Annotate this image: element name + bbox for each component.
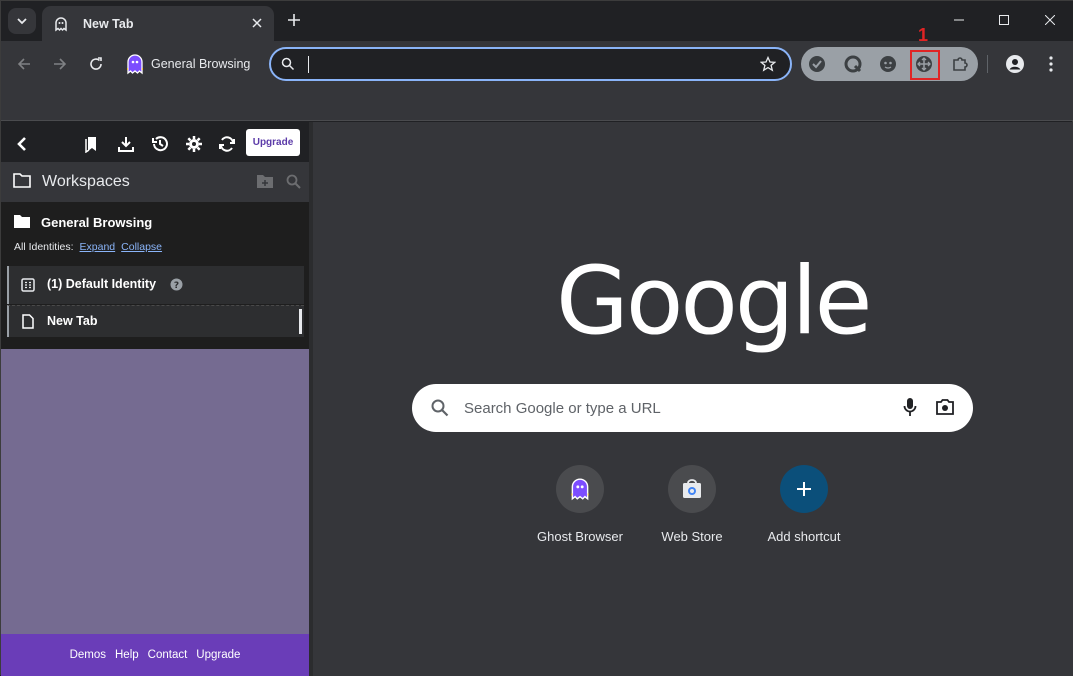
tab-list-item-label: New Tab: [47, 314, 98, 328]
browser-window: New Tab General Browsing 1 Upgrade Works…: [0, 0, 1073, 676]
annotation-number: 1: [918, 25, 929, 45]
sync-icon[interactable]: [216, 133, 238, 155]
help-icon[interactable]: ?: [170, 278, 183, 291]
camera-icon[interactable]: [935, 398, 955, 416]
minimize-icon: [954, 19, 964, 21]
profile-button[interactable]: [1002, 51, 1028, 77]
download-icon[interactable]: [115, 133, 137, 155]
webstore-icon: [683, 479, 701, 498]
reload-icon: [90, 57, 102, 70]
side-panel-empty-area: [1, 349, 309, 635]
puzzle-icon[interactable]: [949, 53, 971, 75]
folder-icon: [14, 215, 30, 228]
workspaces-bar: Workspaces: [1, 162, 309, 202]
plus-icon: [288, 14, 300, 26]
tab-list-item[interactable]: New Tab: [7, 305, 304, 337]
shortcut-web-store[interactable]: Web Store: [636, 465, 748, 544]
footer-link-help[interactable]: Help: [115, 649, 139, 661]
shortcut-label: Ghost Browser: [537, 529, 623, 544]
ghost-side-panel: Upgrade Workspaces General Browsing All …: [1, 122, 309, 676]
address-bar[interactable]: [269, 47, 792, 81]
google-search-box[interactable]: Search Google or type a URL: [412, 384, 973, 432]
gear-icon[interactable]: [183, 133, 205, 155]
text-cursor: [308, 56, 309, 73]
identity-card-icon: [21, 278, 35, 292]
arrow-left-icon: [17, 58, 30, 70]
workspace-title[interactable]: General Browsing: [41, 215, 152, 230]
footer-link-contact[interactable]: Contact: [148, 649, 188, 661]
workspaces-title: Workspaces: [42, 173, 130, 190]
search-icon[interactable]: [286, 174, 301, 189]
minimize-button[interactable]: [936, 5, 982, 35]
identity-label: (1) Default Identity: [47, 277, 157, 291]
google-logo: Google: [556, 247, 872, 356]
chevron-down-icon: [17, 18, 27, 25]
identities-controls: All Identities: Expand Collapse: [14, 241, 162, 253]
new-tab-page: Google Search Google or type a URL Ghost…: [313, 122, 1073, 676]
tab-new-tab[interactable]: New Tab: [42, 6, 274, 41]
shortcut-icon: [780, 465, 828, 513]
ghost-icon: [571, 478, 589, 501]
tab-title: New Tab: [83, 16, 134, 31]
back-icon[interactable]: [11, 133, 33, 155]
more-vertical-icon: [1049, 56, 1053, 72]
star-icon[interactable]: [760, 56, 776, 72]
scrollbar[interactable]: [299, 309, 302, 334]
maximize-button[interactable]: [981, 5, 1027, 35]
upgrade-button[interactable]: Upgrade: [246, 129, 300, 156]
close-icon: [1045, 15, 1055, 25]
q-extension-icon[interactable]: [842, 53, 864, 75]
back-button[interactable]: [11, 51, 37, 77]
shortcut-add[interactable]: Add shortcut: [748, 465, 860, 544]
footer-link-upgrade[interactable]: Upgrade: [196, 649, 240, 661]
page-icon: [22, 314, 34, 329]
avatar-icon: [1006, 55, 1024, 73]
side-panel-footer: Demos Help Contact Upgrade: [1, 634, 309, 676]
bookmarks-icon[interactable]: [81, 133, 103, 155]
collapse-link[interactable]: Collapse: [121, 241, 162, 253]
bookmarks-bar: [1, 87, 1073, 121]
check-extension-icon[interactable]: [806, 53, 828, 75]
svg-text:?: ?: [174, 281, 179, 291]
microphone-icon[interactable]: [903, 397, 917, 417]
identities-label: All Identities:: [14, 241, 74, 253]
history-icon[interactable]: [149, 133, 171, 155]
shortcut-ghost-browser[interactable]: Ghost Browser: [524, 465, 636, 544]
shortcut-icon: [556, 465, 604, 513]
face-extension-icon[interactable]: [877, 53, 899, 75]
ghost-favicon-icon: [53, 16, 69, 32]
folder-outline-icon: [13, 173, 31, 188]
shortcut-label: Web Store: [661, 529, 723, 544]
search-icon: [281, 57, 295, 71]
forward-button[interactable]: [47, 51, 73, 77]
search-placeholder: Search Google or type a URL: [464, 400, 661, 417]
side-panel-header: Upgrade: [1, 122, 309, 162]
add-folder-icon[interactable]: [256, 174, 274, 189]
footer-link-demos[interactable]: Demos: [70, 649, 106, 661]
extensions-group: [801, 47, 978, 81]
tab-search-button[interactable]: [8, 8, 36, 34]
close-window-button[interactable]: [1027, 5, 1073, 35]
shortcut-label: Add shortcut: [767, 529, 841, 544]
shortcut-icon: [668, 465, 716, 513]
profile-chip-label: General Browsing: [151, 57, 251, 71]
tab-strip: New Tab: [1, 1, 1073, 41]
close-tab-icon[interactable]: [249, 15, 265, 31]
toolbar-divider: [987, 55, 988, 73]
reload-button[interactable]: [83, 51, 109, 77]
menu-button[interactable]: [1038, 51, 1064, 77]
search-icon: [431, 399, 449, 417]
identity-row[interactable]: (1) Default Identity ?: [7, 266, 304, 304]
ghost-profile-chip[interactable]: General Browsing: [125, 51, 250, 77]
new-tab-button[interactable]: [283, 9, 305, 31]
plus-icon: [797, 482, 811, 496]
ghost-icon: [127, 54, 143, 75]
maximize-icon: [999, 15, 1009, 25]
annotation-highlight-box: [910, 50, 940, 80]
expand-link[interactable]: Expand: [80, 241, 116, 253]
arrow-right-icon: [54, 58, 67, 70]
